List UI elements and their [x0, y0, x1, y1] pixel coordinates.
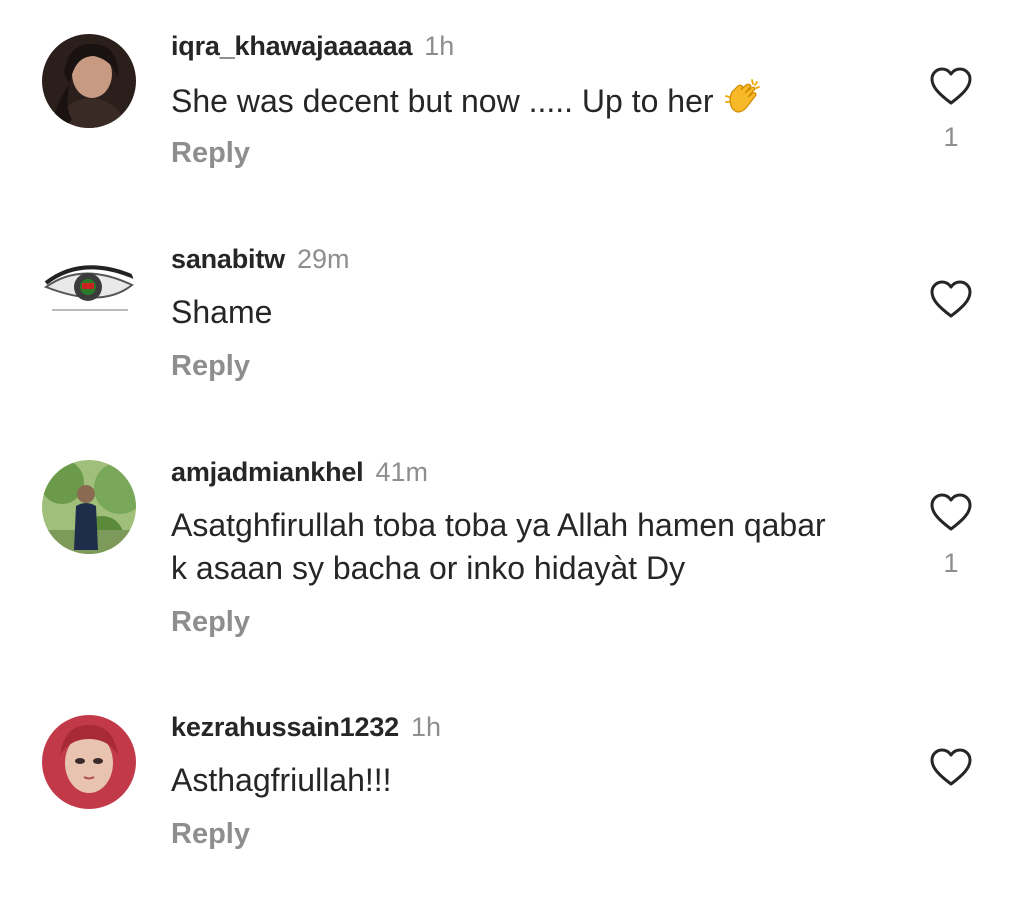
timestamp: 1h: [410, 712, 441, 742]
heart-icon: [930, 280, 972, 318]
username[interactable]: amjadmiankhel: [171, 457, 364, 487]
reply-button[interactable]: Reply: [171, 606, 250, 639]
username[interactable]: sanabitw: [171, 244, 285, 274]
comment-item: amjadmiankhel 41m Asatghfirullah toba tob…: [0, 426, 1024, 638]
reply-button[interactable]: Reply: [171, 818, 250, 851]
comment-text: Asatghfirullah toba toba ya Allah hamen …: [171, 507, 826, 586]
timestamp: 29m: [296, 244, 350, 274]
comment-text: Shame: [171, 294, 273, 330]
timestamp: 41m: [375, 457, 429, 487]
avatar[interactable]: [42, 34, 136, 128]
reply-button[interactable]: Reply: [171, 350, 250, 383]
comment-text: Asthagfriullah!!!: [171, 762, 392, 798]
comment-item: kezrahussain1232 1h Asthagfriullah!!! Rep…: [0, 681, 1024, 881]
avatar[interactable]: [42, 715, 136, 809]
comment-text-body: She was decent but now ..... Up to her: [171, 83, 714, 119]
heart-icon: [930, 67, 972, 105]
like-count: 1: [943, 122, 959, 152]
comment-text: She was decent but now ..... Up to her: [171, 78, 871, 129]
username[interactable]: kezrahussain1232: [171, 712, 399, 742]
comment-header: sanabitw 29m: [171, 241, 349, 277]
like-button[interactable]: [929, 279, 973, 319]
avatar-image: [42, 715, 136, 809]
like-count: 1: [943, 548, 959, 578]
clapping-hands-icon: [722, 78, 762, 129]
like-button[interactable]: [929, 747, 973, 787]
avatar-image: [42, 34, 136, 128]
avatar[interactable]: [42, 460, 136, 554]
username[interactable]: iqra_khawajaaaaaa: [171, 31, 412, 61]
like-button[interactable]: [929, 66, 973, 106]
avatar-image: [42, 460, 136, 554]
comment-item: sanabitw 29m Shame Reply: [0, 213, 1024, 413]
avatar[interactable]: [42, 247, 136, 341]
avatar-image: [42, 247, 136, 341]
reply-button[interactable]: Reply: [171, 137, 250, 170]
heart-icon: [930, 748, 972, 786]
comment-item: iqra_khawajaaaaaa 1h She was decent but n…: [0, 0, 1024, 200]
like-button[interactable]: [929, 492, 973, 532]
comment-header: kezrahussain1232 1h: [171, 709, 441, 745]
heart-icon: [930, 493, 972, 531]
timestamp: 1h: [424, 31, 455, 61]
comment-header: iqra_khawajaaaaaa 1h: [171, 28, 454, 64]
comment-header: amjadmiankhel 41m: [171, 454, 428, 490]
